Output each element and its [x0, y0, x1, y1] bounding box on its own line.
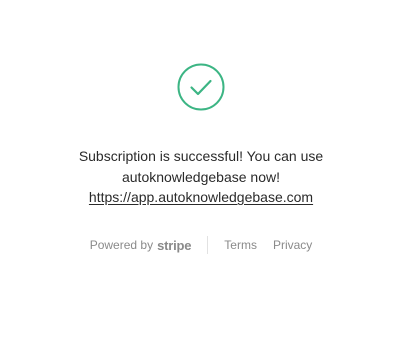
success-message-line-2: autoknowledgebase now!	[121, 168, 280, 185]
stripe-logo: stripe	[157, 237, 192, 253]
app-link[interactable]: https://app.autoknowledgebase.com	[89, 189, 313, 205]
check-circle-icon	[177, 63, 225, 111]
privacy-link[interactable]: Privacy	[273, 238, 312, 252]
footer: Powered by stripe Terms Privacy	[0, 236, 394, 254]
checkout-success-page: Subscription is successful! You can use …	[0, 0, 394, 360]
powered-by-stripe[interactable]: Powered by stripe	[90, 238, 192, 253]
powered-by-label: Powered by	[89, 238, 154, 252]
success-message-line-1: Subscription is successful! You can use	[78, 148, 324, 164]
footer-divider	[207, 236, 209, 254]
success-message: Subscription is successful! You can use …	[0, 146, 394, 208]
terms-link[interactable]: Terms	[224, 238, 257, 252]
